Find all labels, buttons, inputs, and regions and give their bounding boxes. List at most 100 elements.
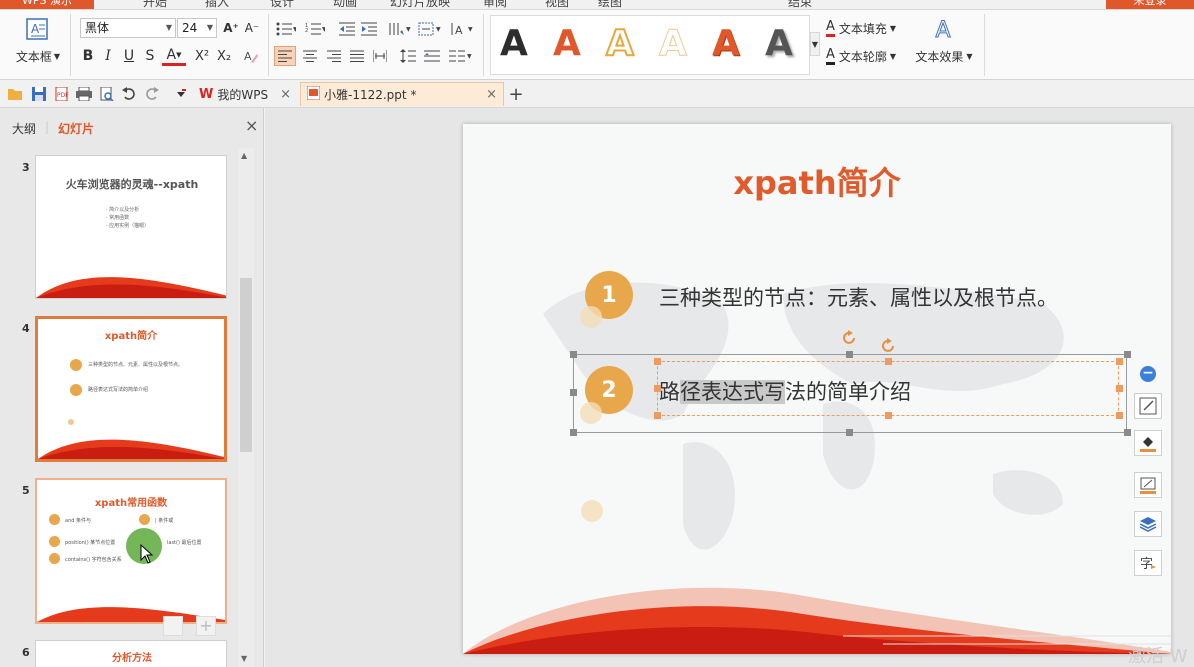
text-direction-icon[interactable]: ▼ — [386, 20, 414, 38]
resize-handle[interactable] — [570, 429, 577, 436]
tab-outline[interactable]: 大纲 — [12, 120, 36, 137]
resize-handle[interactable] — [885, 412, 892, 419]
align-text-icon[interactable]: ▼ — [416, 20, 444, 38]
tab-home[interactable]: 开始 — [143, 0, 167, 9]
rotate-handle-icon[interactable] — [842, 330, 858, 346]
print-preview-icon[interactable] — [99, 86, 115, 102]
resize-handle[interactable] — [846, 429, 853, 436]
tab-my-wps[interactable]: W 我的WPS × — [193, 82, 297, 106]
customize-toolbar-icon[interactable] — [173, 86, 189, 102]
tab-slideshow[interactable]: 幻灯片放映 — [390, 0, 450, 9]
slide-thumbnail-4[interactable]: xpath简介 三种类型的节点、元素、属性以及根节点。 路径表达式写法的简单介绍 — [35, 316, 227, 462]
align-right-icon[interactable] — [324, 46, 344, 66]
underline-button[interactable]: U — [121, 46, 137, 66]
outline-color-icon[interactable] — [1134, 472, 1162, 498]
line-spacing-icon[interactable] — [398, 46, 418, 66]
decrease-indent-icon[interactable] — [338, 20, 356, 38]
close-icon[interactable]: × — [486, 87, 497, 102]
resize-handle[interactable] — [654, 385, 661, 392]
text-outline-button[interactable]: A 文本轮廓 ▼ — [826, 46, 910, 66]
scroll-down-icon[interactable]: ▼ — [241, 654, 247, 663]
text-wrap-icon[interactable]: 字 — [1134, 550, 1162, 576]
slide-layout-icon[interactable] — [163, 616, 183, 636]
tab-draw[interactable]: 绘图 — [598, 0, 622, 9]
resize-handle[interactable] — [1124, 351, 1131, 358]
redo-icon[interactable] — [144, 86, 160, 102]
bullet-list-icon[interactable]: ▼ — [274, 20, 298, 38]
new-tab-button[interactable]: + — [508, 84, 524, 105]
text-fill-button[interactable]: A 文本填充 ▼ — [826, 18, 910, 38]
text-style-light-outline[interactable]: A — [659, 23, 688, 64]
text-effect-button[interactable]: 文本效果 ▼ — [912, 48, 976, 64]
columns-icon[interactable]: ▼ — [446, 46, 476, 66]
textbox-icon[interactable]: A — [24, 16, 50, 42]
slide-thumbnail-3[interactable]: 火车浏览器的灵魂--xpath · 简介以及分析 · 常用函数 · 应用实例（猫… — [35, 155, 227, 299]
resize-handle[interactable] — [654, 412, 661, 419]
save-icon[interactable] — [31, 86, 47, 102]
italic-button[interactable]: I — [100, 46, 116, 66]
resize-handle[interactable] — [1116, 358, 1123, 365]
shrink-font-button[interactable]: A⁻ — [243, 18, 261, 38]
tab-slides[interactable]: 幻灯片 — [58, 120, 94, 137]
text-style-orange[interactable]: A — [553, 24, 581, 64]
text-effect-icon[interactable]: A — [932, 17, 954, 43]
text-selection-box[interactable] — [657, 361, 1119, 416]
tab-animation[interactable]: 动画 — [333, 0, 357, 9]
edit-shape-icon[interactable] — [1134, 393, 1162, 419]
tab-insert[interactable]: 插入 — [205, 0, 229, 9]
paragraph-spacing-icon[interactable] — [422, 46, 442, 66]
font-color-button[interactable]: A ▼ — [162, 46, 186, 66]
text-style-gray-shadow[interactable]: A — [765, 24, 793, 64]
text-height-icon[interactable]: A ▼ — [448, 20, 476, 38]
close-panel-icon[interactable]: × — [245, 116, 258, 135]
align-left-icon[interactable] — [274, 46, 296, 66]
align-center-icon[interactable] — [300, 46, 320, 66]
number-list-icon[interactable]: 1 2 ▼ — [303, 20, 327, 38]
strike-button[interactable]: S — [142, 46, 158, 66]
tab-view[interactable]: 视图 — [545, 0, 569, 9]
close-icon[interactable]: × — [280, 87, 291, 102]
style-gallery-more-icon[interactable]: ▼ — [810, 32, 820, 56]
undo-icon[interactable] — [121, 86, 137, 102]
resize-handle[interactable] — [570, 389, 577, 396]
textbox-button[interactable]: 文本框 ▼ — [12, 48, 64, 64]
resize-handle[interactable] — [1116, 412, 1123, 419]
slide-title[interactable]: xpath简介 — [463, 158, 1171, 204]
text-style-gold-outline[interactable]: A — [605, 23, 635, 65]
panel-scrollbar[interactable]: ▲ ▼ — [238, 148, 254, 667]
text-style-black[interactable]: A — [500, 24, 528, 64]
increase-indent-icon[interactable] — [360, 20, 378, 38]
print-icon[interactable] — [76, 86, 92, 102]
rotate-handle-icon[interactable] — [881, 338, 897, 354]
scroll-up-icon[interactable]: ▲ — [241, 151, 247, 160]
login-button[interactable]: 未登录 — [1106, 0, 1194, 9]
collapse-tools-icon[interactable]: − — [1140, 366, 1156, 382]
scroll-thumb[interactable] — [240, 278, 252, 452]
resize-handle[interactable] — [1124, 429, 1131, 436]
layers-icon[interactable] — [1134, 511, 1162, 537]
resize-handle[interactable] — [885, 358, 892, 365]
add-slide-icon[interactable]: + — [196, 616, 216, 636]
app-menu-button[interactable]: WPS 演示 — [0, 0, 94, 9]
tab-review[interactable]: 审阅 — [483, 0, 507, 9]
fill-color-icon[interactable] — [1134, 430, 1162, 456]
superscript-button[interactable]: X² — [192, 46, 212, 66]
distribute-icon[interactable] — [370, 46, 390, 66]
font-size-select[interactable]: 24 ▼ — [177, 18, 217, 38]
subscript-button[interactable]: X₂ — [214, 46, 234, 66]
resize-handle[interactable] — [1116, 385, 1123, 392]
resize-handle[interactable] — [846, 351, 853, 358]
clear-format-icon[interactable]: A — [241, 46, 261, 66]
tab-end[interactable]: 结束 — [788, 0, 812, 9]
slide-thumbnail-6[interactable]: 分析方法 — [35, 640, 227, 667]
text-style-orange-shadow[interactable]: A — [712, 24, 740, 64]
tab-design[interactable]: 设计 — [270, 0, 294, 9]
resize-handle[interactable] — [654, 358, 661, 365]
grow-font-button[interactable]: A⁺ — [222, 18, 240, 38]
justify-icon[interactable] — [347, 46, 367, 66]
export-pdf-icon[interactable]: PDF — [54, 86, 70, 102]
item-1-text[interactable]: 三种类型的节点：元素、属性以及根节点。 — [659, 282, 1058, 312]
resize-handle[interactable] — [570, 351, 577, 358]
tab-document[interactable]: 小雅-1122.ppt * × — [300, 82, 504, 106]
bold-button[interactable]: B — [80, 46, 96, 66]
